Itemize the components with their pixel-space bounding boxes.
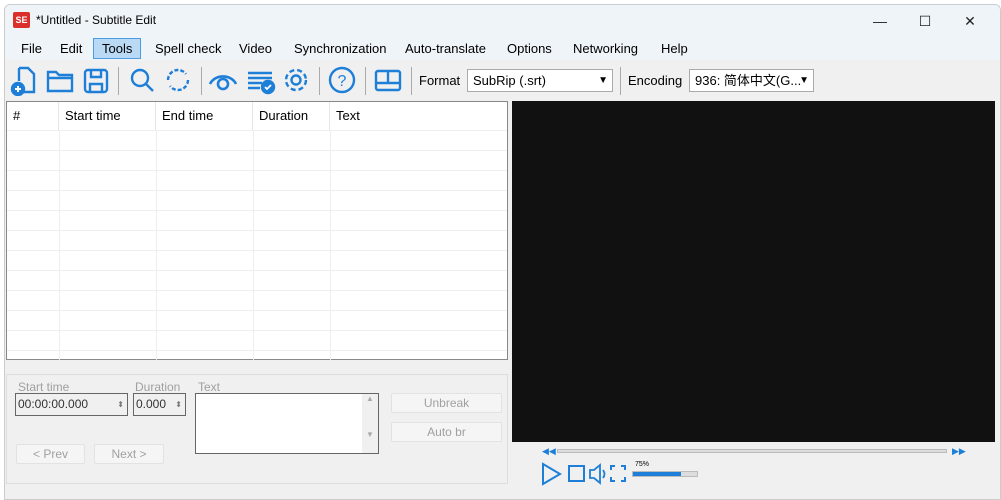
grid-column-line <box>253 130 254 360</box>
grid-column-line <box>156 130 157 360</box>
next-button[interactable]: Next > <box>94 444 164 464</box>
minimize-button[interactable]: — <box>858 9 902 33</box>
svg-text:?: ? <box>338 73 347 90</box>
fast-forward-icon[interactable]: ▶▶ <box>952 446 966 457</box>
save-icon[interactable] <box>81 64 111 96</box>
encoding-label: Encoding <box>628 73 683 88</box>
volume-slider[interactable] <box>632 471 698 477</box>
replace-icon[interactable] <box>163 64 193 96</box>
unbreak-button[interactable]: Unbreak <box>391 393 502 413</box>
toolbar: ? Format SubRip (.srt) ▼ Encoding 936: 简体… <box>5 61 1000 101</box>
grid-line <box>7 250 507 251</box>
grid-line <box>7 290 507 291</box>
format-value: SubRip (.srt) <box>473 73 546 88</box>
start-time-label: Start time <box>18 380 70 394</box>
layout-icon[interactable] <box>373 64 403 96</box>
volume-icon[interactable] <box>588 463 608 485</box>
scrollbar[interactable]: ▲ ▼ <box>362 394 378 453</box>
auto-br-button[interactable]: Auto br <box>391 422 502 442</box>
maximize-button[interactable]: ☐ <box>903 9 947 33</box>
encoding-select[interactable]: 936: 简体中文(G... ▼ <box>689 69 814 92</box>
grid-line <box>7 350 507 351</box>
close-button[interactable]: ✕ <box>948 9 992 33</box>
menu-file[interactable]: File <box>12 38 51 59</box>
fullscreen-icon[interactable] <box>610 465 626 482</box>
menu-edit[interactable]: Edit <box>51 38 91 59</box>
start-time-value: 00:00:00.000 <box>18 397 89 411</box>
grid-column-line <box>330 130 331 360</box>
menu-networking[interactable]: Networking <box>564 38 647 59</box>
find-icon[interactable] <box>127 64 157 96</box>
volume-label: 75% <box>635 461 650 468</box>
text-area[interactable]: ▲ ▼ <box>195 393 379 454</box>
volume-fill <box>633 472 681 476</box>
chevron-down-icon: ▼ <box>598 75 608 86</box>
video-player[interactable] <box>512 101 995 442</box>
seek-bar[interactable] <box>557 449 947 453</box>
settings-icon[interactable] <box>281 64 311 96</box>
duration-input[interactable]: 0.000 ⬍ <box>133 393 186 416</box>
text-label: Text <box>198 380 221 394</box>
column-number[interactable]: # <box>7 102 59 130</box>
subtitle-grid[interactable]: # Start time End time Duration Text <box>6 101 508 360</box>
stop-icon[interactable] <box>568 465 585 482</box>
start-time-input[interactable]: 00:00:00.000 ⬍ <box>15 393 128 416</box>
grid-line <box>7 150 507 151</box>
app-logo: SE <box>13 12 30 28</box>
column-duration[interactable]: Duration <box>253 102 330 130</box>
grid-line <box>7 210 507 211</box>
help-icon[interactable]: ? <box>327 64 357 96</box>
duration-value: 0.000 <box>136 397 167 411</box>
encoding-value: 936: 简体中文(G... <box>695 73 802 88</box>
menu-bar: File Edit Tools Spell check Video Synchr… <box>5 36 1000 60</box>
column-start-time[interactable]: Start time <box>59 102 156 130</box>
menu-options[interactable]: Options <box>498 38 561 59</box>
menu-tools[interactable]: Tools <box>93 38 142 59</box>
format-label: Format <box>419 73 461 88</box>
grid-line <box>7 230 507 231</box>
grid-line <box>7 270 507 271</box>
spinner-icon[interactable]: ⬍ <box>175 394 182 415</box>
grid-line <box>7 190 507 191</box>
prev-button[interactable]: < Prev <box>16 444 85 464</box>
play-icon[interactable] <box>540 462 562 486</box>
grid-column-line <box>59 130 60 360</box>
grid-line <box>7 130 507 131</box>
spinner-icon[interactable]: ⬍ <box>117 394 124 415</box>
format-select[interactable]: SubRip (.srt) ▼ <box>467 69 613 92</box>
window-title: *Untitled - Subtitle Edit <box>36 13 157 27</box>
grid-line <box>7 170 507 171</box>
column-text[interactable]: Text <box>330 102 508 130</box>
main-window: SE *Untitled - Subtitle Edit — ☐ ✕ File … <box>4 4 1001 500</box>
grid-line <box>7 310 507 311</box>
video-controls: ◀◀ ▶▶ 75% <box>512 442 995 490</box>
chevron-down-icon: ▼ <box>799 75 809 86</box>
visual-sync-icon[interactable] <box>208 64 238 96</box>
menu-spell-check[interactable]: Spell check <box>146 38 230 59</box>
column-end-time[interactable]: End time <box>156 102 253 130</box>
duration-label: Duration <box>135 380 181 394</box>
grid-line <box>7 330 507 331</box>
rewind-icon[interactable]: ◀◀ <box>542 446 556 457</box>
menu-help[interactable]: Help <box>652 38 697 59</box>
title-bar: SE *Untitled - Subtitle Edit — ☐ ✕ <box>5 5 1000 36</box>
spell-check-icon[interactable] <box>246 64 276 96</box>
menu-synchronization[interactable]: Synchronization <box>285 38 396 59</box>
new-file-icon[interactable] <box>9 64 39 97</box>
menu-auto-translate[interactable]: Auto-translate <box>396 38 495 59</box>
edit-panel: Start time 00:00:00.000 ⬍ Duration 0.000 ⬍… <box>6 374 508 484</box>
menu-video[interactable]: Video <box>230 38 281 59</box>
open-folder-icon[interactable] <box>45 64 75 96</box>
